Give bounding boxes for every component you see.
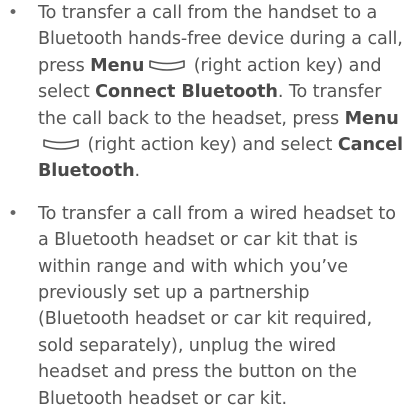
bullet-marker: • [8, 3, 18, 23]
list-item-bluetooth-transfer: • To transfer a call from the handset to … [0, 0, 410, 185]
bullet-marker: • [8, 203, 18, 224]
right-action-key-icon [42, 138, 80, 152]
document-page: • To transfer a call from the handset to … [0, 0, 410, 409]
connect-bluetooth-term: Connect Bluetooth [95, 82, 278, 103]
instruction-text: (right action key) and select [82, 135, 338, 156]
instruction-list: • To transfer a call from the handset to … [0, 0, 410, 412]
instruction-text: . [134, 161, 141, 182]
right-action-key-icon [148, 59, 186, 73]
instruction-text: To transfer a call from a wired headset … [38, 203, 396, 409]
menu-term: Menu [344, 108, 399, 129]
menu-term: Menu [90, 55, 145, 76]
list-item-wired-headset-transfer: • To transfer a call from a wired headset… [0, 201, 410, 412]
